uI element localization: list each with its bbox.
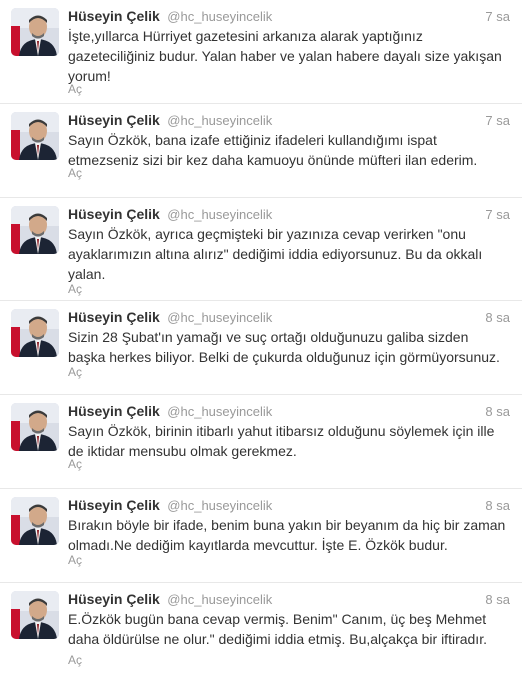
expand-link[interactable]: Aç [68,553,82,567]
expand-link[interactable]: Aç [68,166,82,180]
tweet-header: Hüseyin Çelik @hc_huseyincelik 8 sa [68,403,510,421]
author-name[interactable]: Hüseyin Çelik [68,309,160,325]
tweet-timestamp[interactable]: 8 sa [485,404,510,419]
tweet-header: Hüseyin Çelik @hc_huseyincelik 7 sa [68,112,510,130]
expand-link[interactable]: Aç [68,365,82,379]
author-handle[interactable]: @hc_huseyincelik [167,113,272,128]
tweet-timestamp[interactable]: 7 sa [485,9,510,24]
avatar[interactable] [11,591,59,639]
tweet-text: İşte,yıllarca Hürriyet gazetesini arkanı… [68,28,502,84]
tweet[interactable]: Hüseyin Çelik @hc_huseyincelik 7 sa Sayı… [0,197,522,300]
avatar[interactable] [11,112,59,160]
tweet-timestamp[interactable]: 8 sa [485,592,510,607]
avatar[interactable] [11,206,59,254]
avatar[interactable] [11,403,59,451]
expand-link[interactable]: Aç [68,282,82,296]
tweet-header: Hüseyin Çelik @hc_huseyincelik 8 sa [68,591,510,609]
author-name[interactable]: Hüseyin Çelik [68,497,160,513]
author-handle[interactable]: @hc_huseyincelik [167,9,272,24]
author-handle[interactable]: @hc_huseyincelik [167,207,272,222]
tweet[interactable]: Hüseyin Çelik @hc_huseyincelik 8 sa Bıra… [0,488,522,582]
expand-link[interactable]: Aç [68,653,82,667]
avatar[interactable] [11,309,59,357]
tweet[interactable]: Hüseyin Çelik @hc_huseyincelik 8 sa E.Öz… [0,582,522,679]
tweet[interactable]: Hüseyin Çelik @hc_huseyincelik 7 sa Sayı… [0,103,522,197]
tweet-timestamp[interactable]: 8 sa [485,498,510,513]
tweet[interactable]: Hüseyin Çelik @hc_huseyincelik 8 sa Sizi… [0,300,522,394]
author-name[interactable]: Hüseyin Çelik [68,206,160,222]
tweet-timestamp[interactable]: 8 sa [485,310,510,325]
author-handle[interactable]: @hc_huseyincelik [167,310,272,325]
author-name[interactable]: Hüseyin Çelik [68,591,160,607]
tweet-timestamp[interactable]: 7 sa [485,113,510,128]
tweet-header: Hüseyin Çelik @hc_huseyincelik 7 sa [68,206,510,224]
tweet-text: Bırakın böyle bir ifade, benim buna yakı… [68,517,506,553]
tweet-timestamp[interactable]: 7 sa [485,207,510,222]
author-name[interactable]: Hüseyin Çelik [68,403,160,419]
tweet-text: E.Özkök bugün bana cevap vermiş. Benim" … [68,611,487,647]
expand-link[interactable]: Aç [68,82,82,96]
author-handle[interactable]: @hc_huseyincelik [167,404,272,419]
avatar[interactable] [11,8,59,56]
tweet[interactable]: Hüseyin Çelik @hc_huseyincelik 8 sa Sayı… [0,394,522,488]
tweet-header: Hüseyin Çelik @hc_huseyincelik 7 sa [68,8,510,26]
tweet-header: Hüseyin Çelik @hc_huseyincelik 8 sa [68,497,510,515]
author-handle[interactable]: @hc_huseyincelik [167,592,272,607]
tweet-text: Sayın Özkök, bana izafe ettiğiniz ifadel… [68,132,478,168]
tweet-text: Sizin 28 Şubat'ın yamağı ve suç ortağı o… [68,329,500,365]
avatar[interactable] [11,497,59,545]
author-name[interactable]: Hüseyin Çelik [68,8,160,24]
tweet-text: Sayın Özkök, birinin itibarlı yahut itib… [68,423,495,459]
expand-link[interactable]: Aç [68,457,82,471]
tweet-text: Sayın Özkök, ayrıca geçmişteki bir yazın… [68,226,483,282]
author-name[interactable]: Hüseyin Çelik [68,112,160,128]
author-handle[interactable]: @hc_huseyincelik [167,498,272,513]
tweet-timeline: Hüseyin Çelik @hc_huseyincelik 7 sa İşte… [0,0,522,690]
tweet-header: Hüseyin Çelik @hc_huseyincelik 8 sa [68,309,510,327]
tweet[interactable]: Hüseyin Çelik @hc_huseyincelik 7 sa İşte… [0,0,522,103]
